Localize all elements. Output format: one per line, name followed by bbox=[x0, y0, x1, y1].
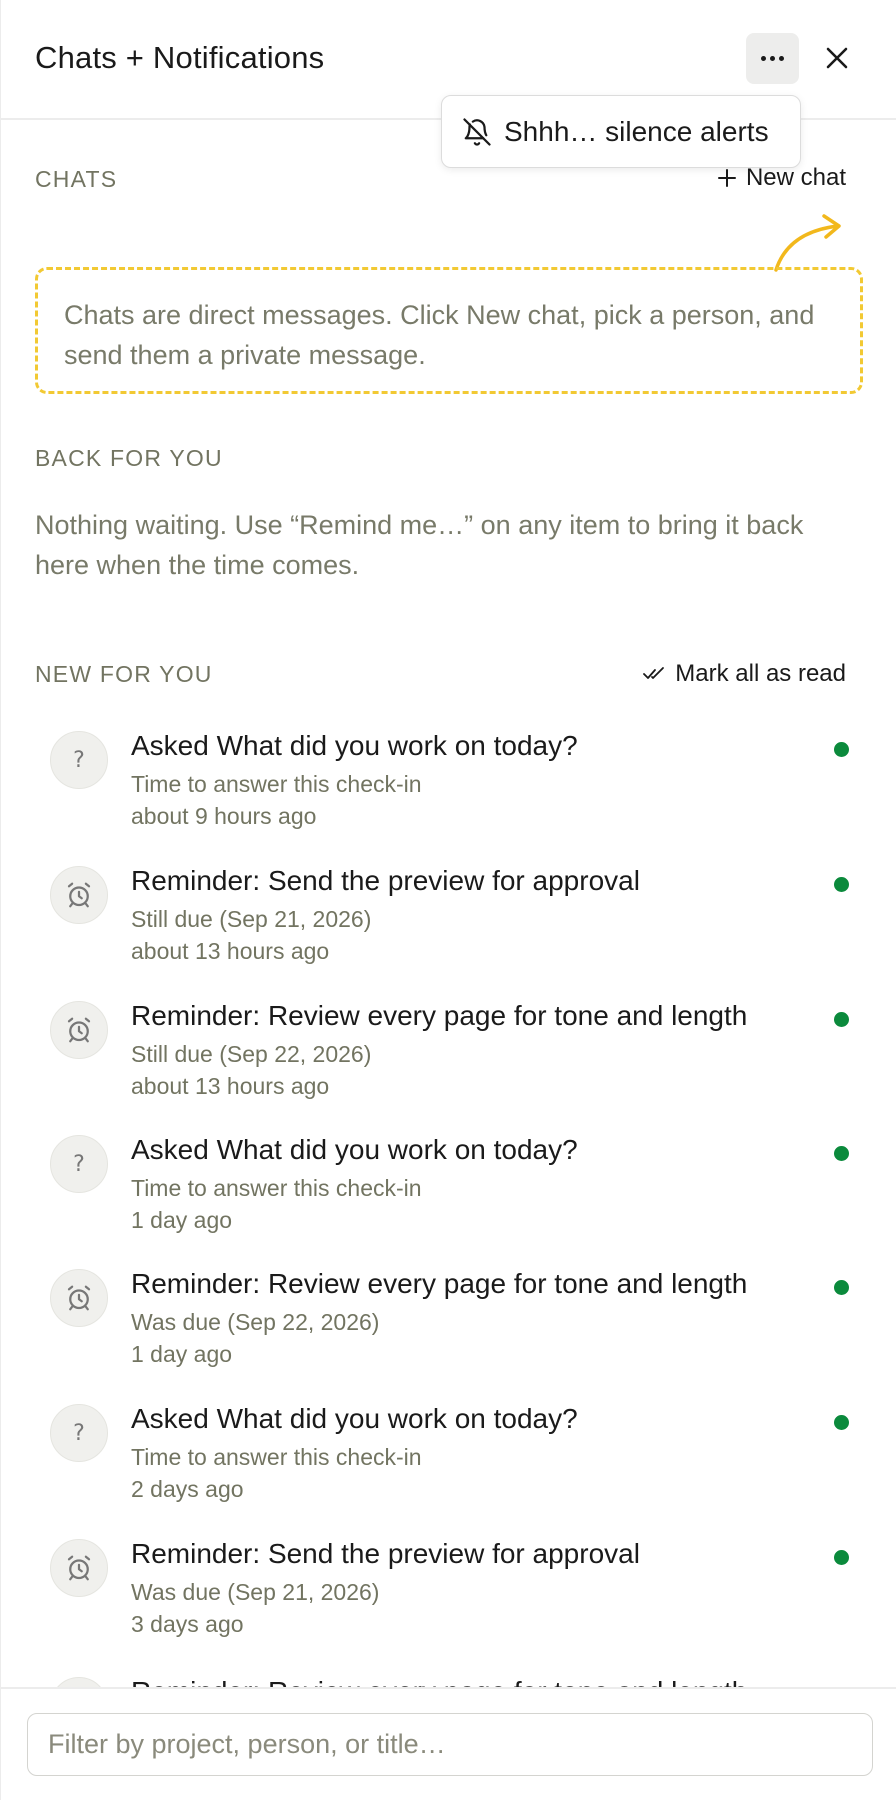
panel-footer bbox=[1, 1687, 896, 1800]
notification-title: Reminder: Review every page for tone and… bbox=[131, 1268, 747, 1300]
alarm-clock-icon bbox=[67, 1555, 91, 1581]
notification-item[interactable]: ? Asked What did you work on today? Time t… bbox=[1, 1393, 896, 1527]
notification-title: Reminder: Send the preview for approval bbox=[131, 1538, 640, 1570]
notification-item[interactable]: ? Asked What did you work on today? Time t… bbox=[1, 720, 896, 854]
notification-detail: Time to answer this check-in bbox=[131, 1175, 422, 1201]
silence-alerts-label: Shhh… silence alerts bbox=[504, 115, 769, 147]
notification-type-badge: ? bbox=[50, 1135, 108, 1193]
new-chat-label: New chat bbox=[745, 164, 846, 191]
notification-time: 1 day ago bbox=[131, 1341, 233, 1367]
double-check-icon bbox=[643, 667, 665, 679]
unread-dot bbox=[834, 1146, 849, 1161]
question-icon: ? bbox=[73, 1420, 85, 1446]
notification-item[interactable]: Reminder: Send the preview for approval S… bbox=[1, 855, 896, 989]
notification-subject: What did you work on today? bbox=[216, 1134, 578, 1165]
notification-type-badge bbox=[50, 1539, 108, 1597]
notification-prefix: Reminder: bbox=[131, 1000, 268, 1031]
notification-detail: Time to answer this check-in bbox=[131, 1444, 422, 1470]
notification-subject: Send the preview for approval bbox=[267, 1538, 640, 1569]
notification-item[interactable]: Reminder: Review every page for tone and… bbox=[1, 1666, 896, 1688]
new-for-you-section-label: NEW FOR YOU bbox=[35, 661, 213, 687]
notification-prefix: Reminder: bbox=[131, 1268, 268, 1299]
notification-type-badge: ? bbox=[50, 731, 108, 789]
notification-subject: Review every page for tone and length bbox=[267, 1000, 748, 1031]
notification-subject: Send the preview for approval bbox=[267, 865, 640, 896]
more-dot bbox=[770, 56, 775, 61]
notification-title: Reminder: Review every page for tone and… bbox=[131, 1000, 747, 1032]
notification-time: 3 days ago bbox=[131, 1611, 244, 1637]
alarm-clock-icon bbox=[67, 882, 91, 908]
notification-time: about 9 hours ago bbox=[131, 803, 317, 829]
notification-prefix: Reminder: bbox=[131, 865, 268, 896]
notification-item[interactable]: ? Asked What did you work on today? Time t… bbox=[1, 1124, 896, 1258]
bell-off-icon bbox=[463, 117, 491, 146]
more-dot bbox=[779, 56, 784, 61]
alarm-clock-icon bbox=[67, 1285, 91, 1311]
notification-item[interactable]: Reminder: Review every page for tone and… bbox=[1, 1258, 896, 1392]
filter-input[interactable] bbox=[27, 1713, 873, 1776]
panel-title: Chats + Notifications bbox=[35, 40, 325, 75]
notification-time: 2 days ago bbox=[131, 1476, 244, 1502]
notification-item[interactable]: Reminder: Review every page for tone and… bbox=[1, 990, 896, 1124]
notification-list: ? Asked What did you work on today? Time t… bbox=[1, 720, 896, 1688]
notification-prefix: Reminder: bbox=[131, 1538, 268, 1569]
notification-detail: Was due (Sep 22, 2026) bbox=[131, 1309, 380, 1335]
chats-section-label: CHATS bbox=[35, 166, 118, 192]
silence-alerts-menu-item[interactable]: Shhh… silence alerts bbox=[441, 95, 801, 168]
close-icon bbox=[826, 47, 848, 69]
notification-detail: Still due (Sep 21, 2026) bbox=[131, 906, 372, 932]
question-icon: ? bbox=[73, 1151, 85, 1177]
unread-dot bbox=[834, 1550, 849, 1565]
alarm-clock-icon bbox=[67, 1017, 91, 1043]
notification-time: about 13 hours ago bbox=[131, 1073, 330, 1099]
mark-all-read-button[interactable]: Mark all as read bbox=[643, 660, 846, 688]
notifications-panel: Chats + Notifications Shhh… silence aler… bbox=[0, 0, 896, 1800]
more-horizontal-icon bbox=[761, 56, 766, 61]
notification-detail: Time to answer this check-in bbox=[131, 771, 422, 797]
unread-dot bbox=[834, 742, 849, 757]
plus-icon bbox=[717, 169, 736, 187]
notification-prefix: Asked bbox=[131, 1403, 217, 1434]
new-chat-button[interactable]: New chat bbox=[717, 164, 846, 192]
unread-dot bbox=[834, 1415, 849, 1430]
notification-type-badge: ? bbox=[50, 1404, 108, 1462]
unread-dot bbox=[834, 1012, 849, 1027]
notification-detail: Still due (Sep 22, 2026) bbox=[131, 1041, 372, 1067]
notification-prefix: Asked bbox=[131, 1134, 217, 1165]
notification-item[interactable]: Reminder: Send the preview for approval W… bbox=[1, 1528, 896, 1662]
notification-type-badge bbox=[50, 1269, 108, 1327]
notification-title: Asked What did you work on today? bbox=[131, 1134, 578, 1166]
notification-time: 1 day ago bbox=[131, 1207, 233, 1233]
notification-subject: What did you work on today? bbox=[216, 730, 578, 761]
notification-type-badge bbox=[50, 1001, 108, 1059]
notification-type-badge bbox=[50, 866, 108, 924]
back-for-you-empty-text: Nothing waiting. Use “Remind me…” on any… bbox=[35, 510, 804, 580]
question-icon: ? bbox=[73, 747, 85, 773]
hint-arrow-icon bbox=[774, 214, 841, 272]
close-button[interactable] bbox=[819, 40, 855, 76]
more-options-button[interactable] bbox=[746, 33, 799, 84]
notification-subject: Review every page for tone and length bbox=[267, 1268, 748, 1299]
notification-time: about 13 hours ago bbox=[131, 938, 330, 964]
notification-title: Asked What did you work on today? bbox=[131, 730, 578, 762]
notification-title: Reminder: Send the preview for approval bbox=[131, 865, 640, 897]
notification-prefix: Asked bbox=[131, 730, 217, 761]
chats-hint-box: Chats are direct messages. Click New cha… bbox=[35, 267, 863, 394]
unread-dot bbox=[834, 877, 849, 892]
mark-all-read-label: Mark all as read bbox=[675, 660, 846, 687]
back-for-you-section-label: BACK FOR YOU bbox=[35, 445, 223, 471]
notification-title: Asked What did you work on today? bbox=[131, 1403, 578, 1435]
unread-dot bbox=[834, 1280, 849, 1295]
notification-subject: What did you work on today? bbox=[216, 1403, 578, 1434]
notification-detail: Was due (Sep 21, 2026) bbox=[131, 1579, 380, 1605]
